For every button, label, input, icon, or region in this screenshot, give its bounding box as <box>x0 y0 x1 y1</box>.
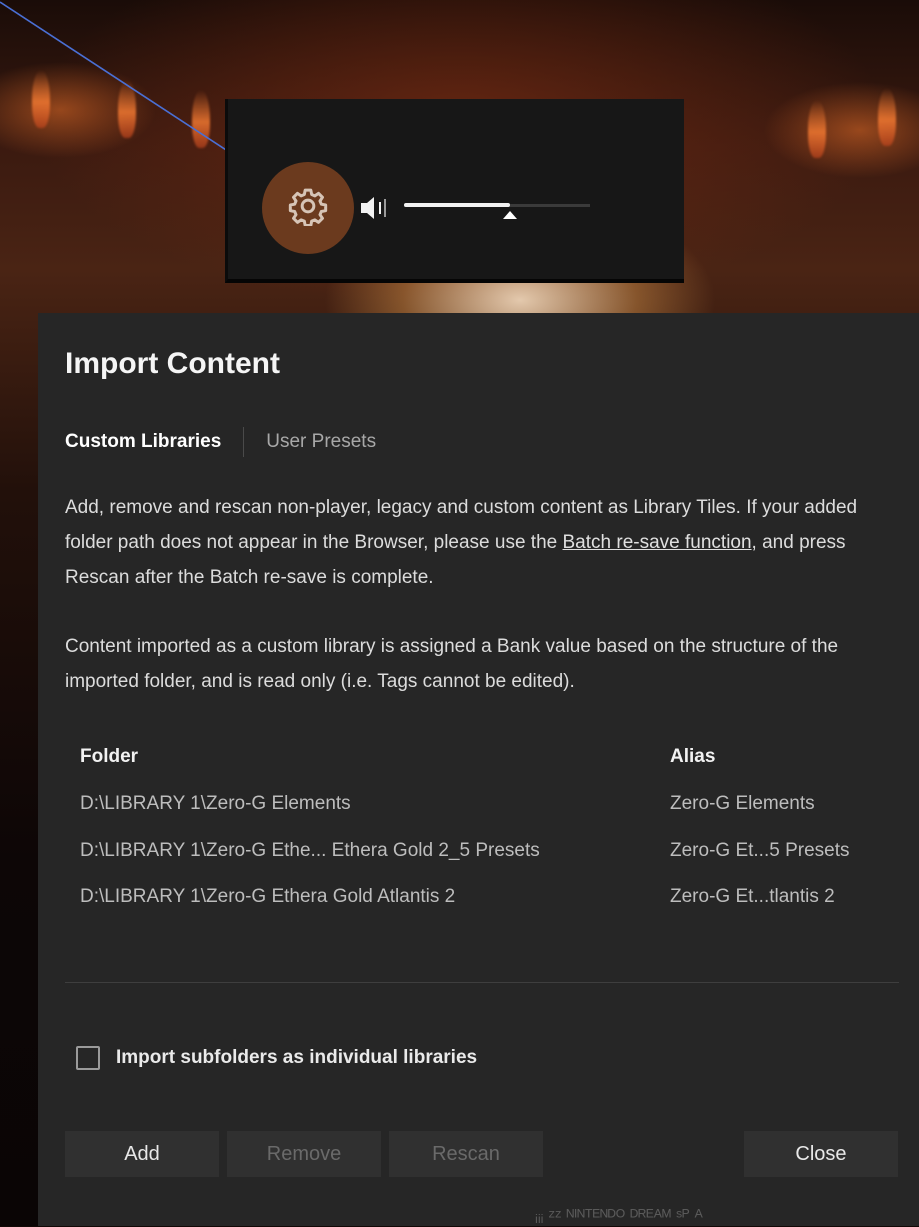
settings-button[interactable] <box>262 162 354 254</box>
row-folder[interactable]: D:\LIBRARY 1\Zero-G Ethe... Ethera Gold … <box>80 840 540 862</box>
volume-slider[interactable] <box>404 201 590 221</box>
player-toolbar <box>225 99 684 283</box>
volume-fill <box>404 203 510 207</box>
row-alias[interactable]: Zero-G Et...tlantis 2 <box>670 886 835 908</box>
bank-note-text: Content imported as a custom library is … <box>65 636 839 692</box>
gear-icon <box>288 186 328 231</box>
dialog-title: Import Content <box>65 347 280 380</box>
tab-bar: Custom Libraries User Presets <box>65 426 376 458</box>
batch-resave-link[interactable]: Batch re-save function <box>563 532 752 553</box>
remove-button[interactable]: Remove <box>227 1131 381 1177</box>
row-folder[interactable]: D:\LIBRARY 1\Zero-G Elements <box>80 793 351 815</box>
description-text: Add, remove and rescan non-player, legac… <box>65 490 905 595</box>
speaker-icon[interactable] <box>359 195 389 221</box>
import-subfolders-label: Import subfolders as individual librarie… <box>116 1047 478 1068</box>
volume-thumb[interactable] <box>503 211 517 219</box>
column-header-alias: Alias <box>670 746 716 767</box>
import-content-dialog: Import Content Custom Libraries User Pre… <box>38 313 919 1226</box>
import-subfolders-checkbox[interactable] <box>76 1046 100 1070</box>
tab-user-presets[interactable]: User Presets <box>266 431 376 453</box>
row-alias[interactable]: Zero-G Elements <box>670 793 815 815</box>
import-subfolders-option[interactable]: Import subfolders as individual librarie… <box>76 1046 477 1070</box>
column-header-folder: Folder <box>80 746 139 767</box>
rescan-button[interactable]: Rescan <box>389 1131 543 1177</box>
row-folder[interactable]: D:\LIBRARY 1\Zero-G Ethera Gold Atlantis… <box>80 886 455 908</box>
tab-custom-libraries[interactable]: Custom Libraries <box>65 431 221 453</box>
tab-divider <box>243 427 245 457</box>
section-divider <box>65 982 899 983</box>
add-button[interactable]: Add <box>65 1131 219 1177</box>
background-list-item: ᵢᵢᵢ ᶻᶻ ᴺᴵᴺᵀᴱᴺᴰᴼ ᴰᴿᴱᴬᴹ ˢᴾ ᴬ <box>535 1206 703 1226</box>
close-button[interactable]: Close <box>744 1131 898 1177</box>
row-alias[interactable]: Zero-G Et...5 Presets <box>670 840 850 862</box>
